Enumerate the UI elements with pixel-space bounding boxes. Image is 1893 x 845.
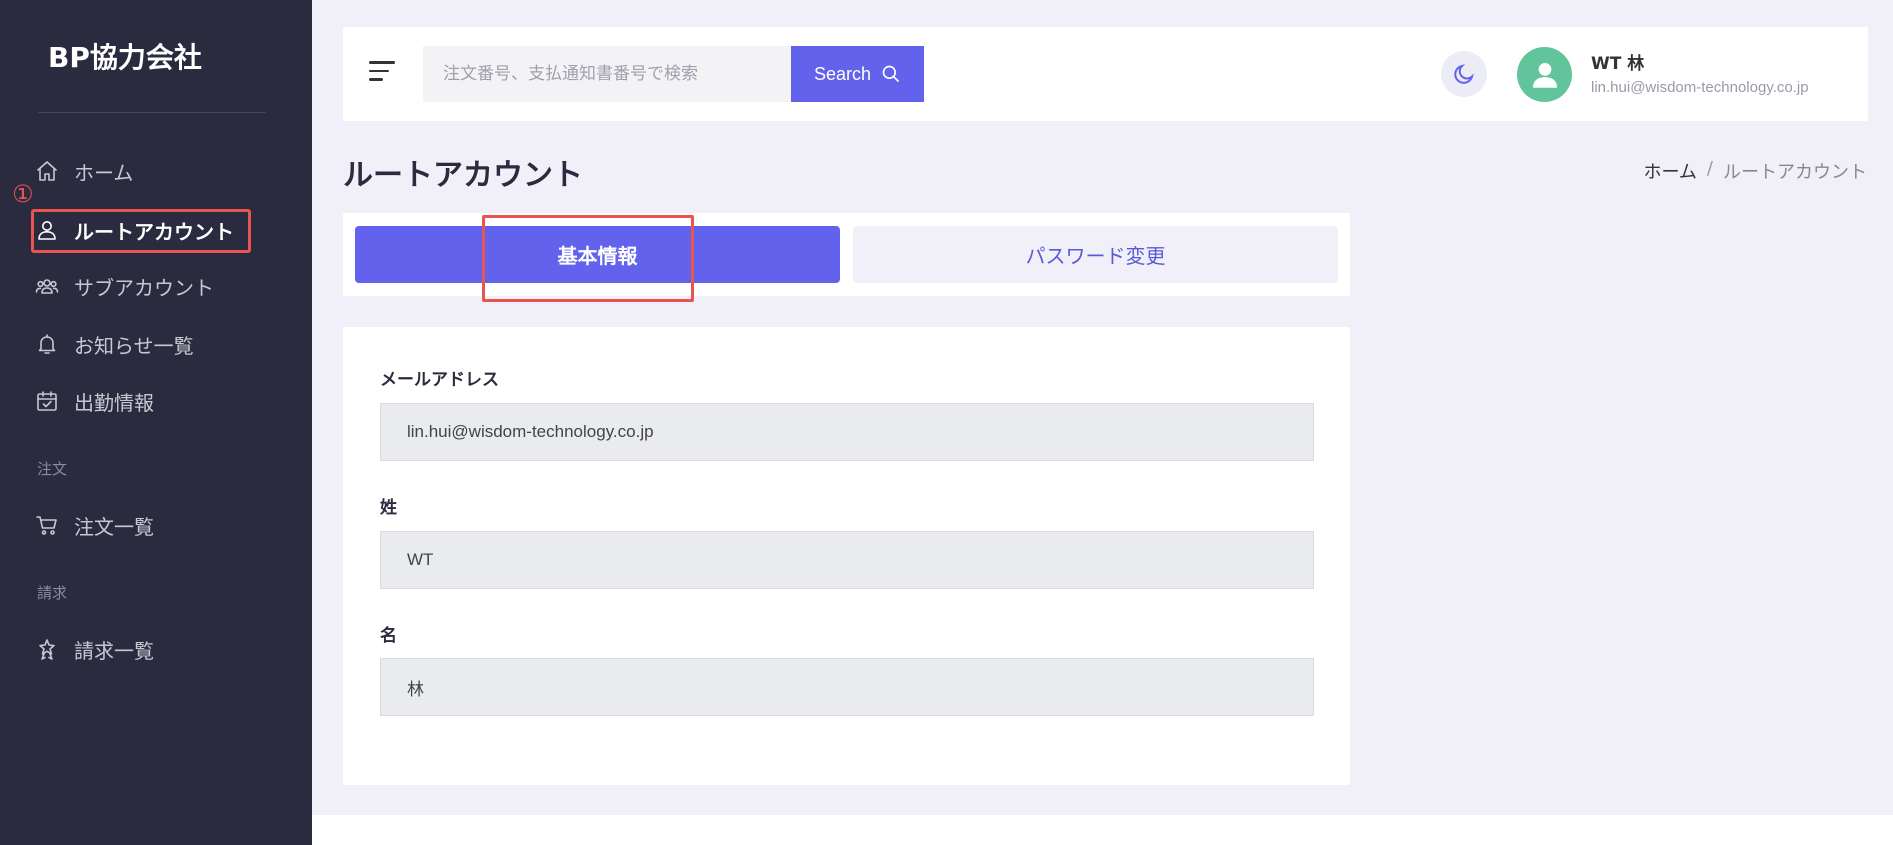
sidebar-item-order-list[interactable]: 注文一覧 (34, 505, 284, 545)
top-header: Search WT 林 lin.hui@wisdom-technology.co… (343, 27, 1868, 121)
menu-toggle-icon[interactable] (369, 61, 395, 85)
sidebar-item-label: ルートアカウント (74, 219, 234, 244)
search-icon (882, 65, 900, 83)
sidebar-item-label: お知らせ一覧 (74, 333, 194, 358)
sidebar-item-label: 出勤情報 (74, 390, 154, 415)
basic-info-form: メールアドレス 姓 名 (343, 327, 1350, 785)
sidebar-item-root-account[interactable]: ルートアカウント (34, 210, 284, 250)
search-button[interactable]: Search (791, 46, 924, 102)
page-title: ルートアカウント (343, 158, 583, 193)
tab-basic-info[interactable]: 基本情報 (355, 226, 840, 283)
search-input[interactable] (423, 46, 794, 102)
first-name-label: 名 (380, 626, 397, 646)
brand-logo: BP協力会社 (48, 41, 202, 74)
sidebar: BP協力会社 ホーム ルートアカウント サブアカウント お知らせ一覧 出勤情報 … (0, 0, 312, 845)
dark-mode-toggle[interactable] (1441, 51, 1487, 97)
user-icon (34, 217, 60, 243)
last-name-field[interactable] (380, 531, 1314, 589)
sidebar-item-sub-account[interactable]: サブアカウント (34, 266, 284, 306)
sidebar-item-attendance[interactable]: 出勤情報 (34, 381, 284, 421)
calendar-check-icon (34, 388, 60, 414)
tab-password-change[interactable]: パスワード変更 (853, 226, 1338, 283)
sidebar-item-label: サブアカウント (74, 275, 214, 300)
last-name-label: 姓 (380, 498, 397, 518)
sidebar-item-label: ホーム (74, 160, 134, 185)
sidebar-item-home[interactable]: ホーム (34, 151, 284, 191)
sidebar-item-label: 請求一覧 (74, 638, 154, 663)
user-email: lin.hui@wisdom-technology.co.jp (1591, 79, 1809, 96)
user-avatar-icon (1532, 62, 1557, 88)
email-label: メールアドレス (380, 370, 499, 390)
breadcrumb: ホーム / ルートアカウント (1643, 158, 1867, 184)
moon-icon (1454, 64, 1474, 84)
sidebar-item-notifications[interactable]: お知らせ一覧 (34, 324, 284, 364)
breadcrumb-current: ルートアカウント (1723, 162, 1867, 183)
users-icon (34, 273, 60, 299)
footer-area (312, 815, 1893, 845)
sidebar-item-label: 注文一覧 (74, 514, 154, 539)
breadcrumb-home-link[interactable]: ホーム (1643, 158, 1696, 184)
cart-icon (34, 512, 60, 538)
email-field[interactable] (380, 403, 1314, 461)
section-label-order: 注文 (37, 460, 68, 478)
tabs-card: 基本情報 パスワード変更 (343, 213, 1350, 296)
sidebar-item-invoice-list[interactable]: 請求一覧 (34, 629, 284, 669)
section-label-invoice: 請求 (37, 584, 68, 602)
award-icon (34, 636, 60, 662)
first-name-field[interactable] (380, 658, 1314, 716)
sidebar-divider (38, 112, 266, 113)
avatar[interactable] (1517, 47, 1572, 102)
bell-icon (34, 331, 60, 357)
user-name: WT 林 (1591, 54, 1645, 74)
breadcrumb-separator: / (1706, 158, 1713, 179)
search-button-label: Search (813, 63, 872, 84)
annotation-step-marker: ① (12, 180, 34, 208)
